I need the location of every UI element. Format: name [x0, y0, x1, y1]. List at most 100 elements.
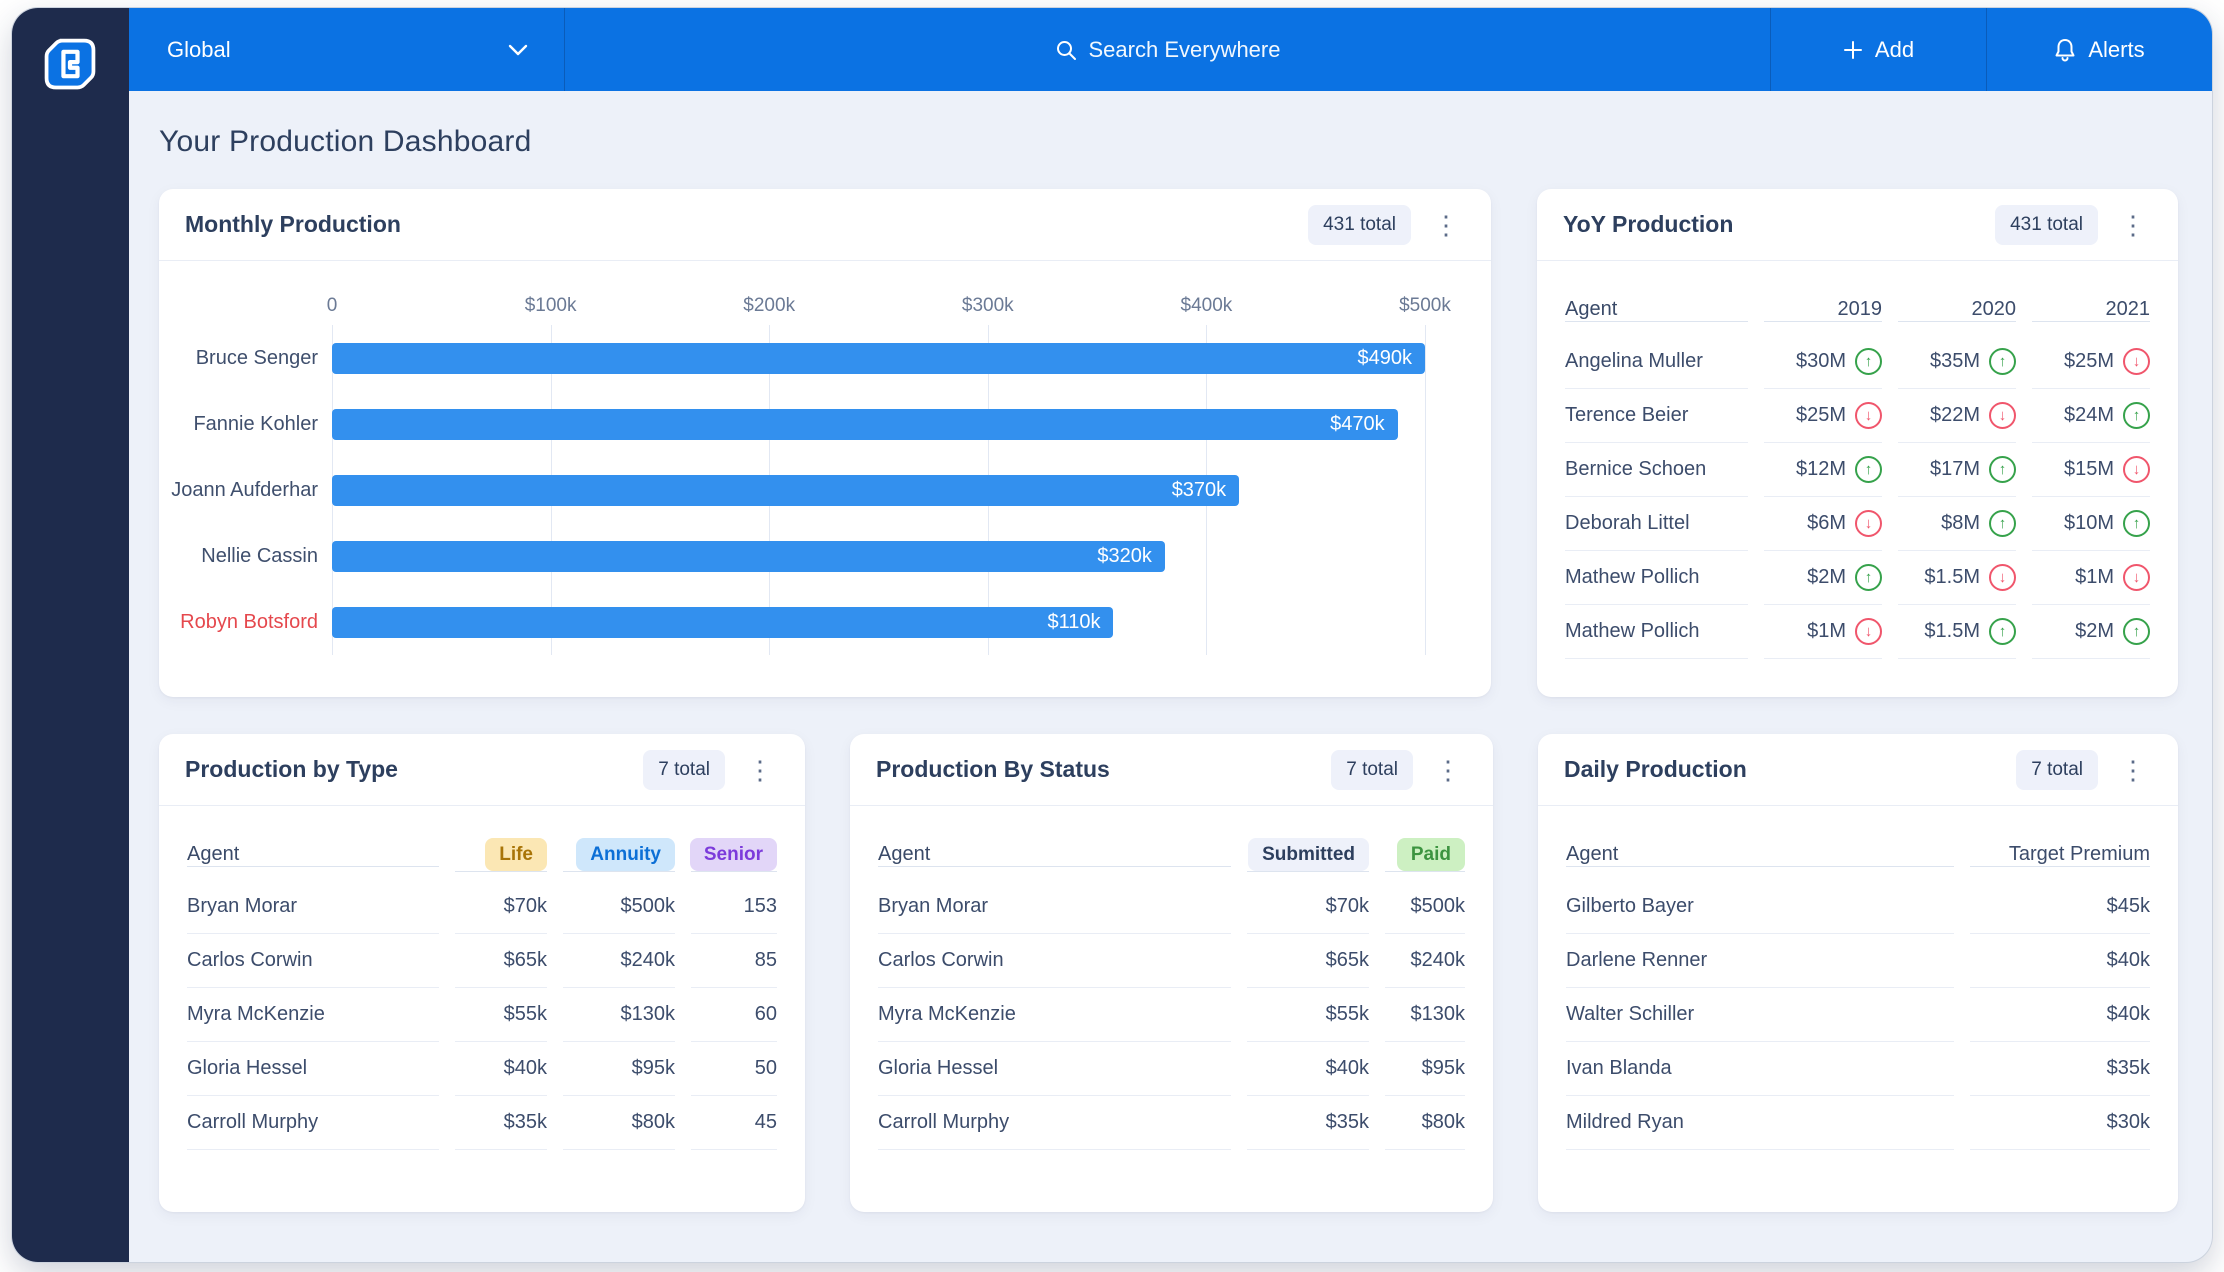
daily-table: Agent Target Premium Gilberto Bayer $45k…: [1538, 806, 2178, 1150]
top-bar: Global Search Everywhere Add Alerts: [129, 8, 2212, 91]
axis-tick: $300k: [962, 295, 1014, 317]
production-by-status-card: Production By Status 7 total ⋮ Agent Sub…: [850, 734, 1493, 1212]
target-premium-value: $40k: [1970, 988, 2150, 1042]
chart-category-label: Joann Aufderhar: [159, 457, 332, 523]
yoy-value: $25M: [2064, 350, 2114, 373]
add-button[interactable]: Add: [1770, 8, 1986, 91]
bell-icon: [2054, 38, 2076, 62]
chart-category-label: Bruce Senger: [159, 325, 332, 391]
app-logo-icon[interactable]: [40, 34, 100, 94]
yoy-value: $12M: [1796, 458, 1846, 481]
table-row: Mathew Pollich $1M $1.5M $2M: [1565, 605, 2150, 659]
total-badge: 431 total: [1995, 205, 2098, 245]
yoy-value: $30M: [1796, 350, 1846, 373]
yoy-value: $1.5M: [1924, 620, 1980, 643]
trend-icon: [1855, 618, 1882, 645]
table-row: Mildred Ryan $30k: [1566, 1096, 2150, 1150]
card-menu-button[interactable]: ⋮: [2114, 755, 2152, 785]
life-value: $70k: [455, 880, 547, 934]
card-title: Production By Status: [876, 756, 1110, 783]
senior-value: 60: [691, 988, 777, 1042]
table-row: Terence Beier $25M $22M $24M: [1565, 389, 2150, 443]
bar-value-label: $490k: [1358, 343, 1413, 374]
senior-value: 50: [691, 1042, 777, 1096]
scope-selector[interactable]: Global: [129, 8, 565, 91]
yoy-value: $15M: [2064, 458, 2114, 481]
monthly-production-card: Monthly Production 431 total ⋮ Bruce Sen…: [159, 189, 1491, 697]
table-row: Myra McKenzie $55k $130k: [878, 988, 1465, 1042]
card-menu-button[interactable]: ⋮: [1429, 755, 1467, 785]
total-badge: 7 total: [643, 750, 725, 790]
axis-tick: $200k: [743, 295, 795, 317]
yoy-value: $1M: [2075, 566, 2114, 589]
chart-bar: $370k: [332, 475, 1239, 506]
agent-name: Myra McKenzie: [878, 988, 1231, 1042]
senior-pill: Senior: [690, 838, 777, 871]
chart-category-label: Fannie Kohler: [159, 391, 332, 457]
chart-bar: $320k: [332, 541, 1165, 572]
target-premium-value: $45k: [1970, 880, 2150, 934]
card-menu-button[interactable]: ⋮: [2114, 210, 2152, 240]
card-menu-button[interactable]: ⋮: [741, 755, 779, 785]
axis-tick: $400k: [1181, 295, 1233, 317]
life-value: $65k: [455, 934, 547, 988]
add-button-label: Add: [1875, 37, 1914, 63]
submitted-value: $35k: [1247, 1096, 1369, 1150]
scope-selector-label: Global: [167, 37, 231, 63]
table-header-row: Agent 2019 2020 2021: [1565, 285, 2150, 335]
alerts-button[interactable]: Alerts: [1986, 8, 2212, 91]
table-row: Mathew Pollich $2M $1.5M $1M: [1565, 551, 2150, 605]
table-row: Ivan Blanda $35k: [1566, 1042, 2150, 1096]
agent-name: Terence Beier: [1565, 389, 1748, 443]
agent-name: Gloria Hessel: [187, 1042, 439, 1096]
chart-row: $110k: [332, 589, 1425, 655]
annuity-value: $95k: [563, 1042, 675, 1096]
yoy-value: $1M: [1807, 620, 1846, 643]
life-value: $40k: [455, 1042, 547, 1096]
agent-name: Bryan Morar: [878, 880, 1231, 934]
card-title: YoY Production: [1563, 211, 1733, 238]
card-title: Production by Type: [185, 756, 398, 783]
chart-x-axis: 0 $100k $200k $300k $400k $500k: [332, 295, 1425, 325]
bar-value-label: $370k: [1172, 475, 1227, 506]
yoy-value: $2M: [2075, 620, 2114, 643]
page-title: Your Production Dashboard: [159, 125, 2155, 159]
chart-row: $490k: [332, 325, 1425, 391]
column-header: Target Premium: [1970, 843, 2150, 867]
production-by-type-card: Production by Type 7 total ⋮ Agent Life …: [159, 734, 805, 1212]
chevron-down-icon: [508, 44, 528, 56]
life-value: $35k: [455, 1096, 547, 1150]
annuity-value: $80k: [563, 1096, 675, 1150]
trend-icon: [1989, 564, 2016, 591]
table-row: Walter Schiller $40k: [1566, 988, 2150, 1042]
column-header: Agent: [1566, 843, 1954, 867]
agent-name: Ivan Blanda: [1566, 1042, 1954, 1096]
axis-tick: 0: [327, 295, 338, 317]
submitted-value: $70k: [1247, 880, 1369, 934]
total-badge: 7 total: [1331, 750, 1413, 790]
table-row: Bryan Morar $70k $500k: [878, 880, 1465, 934]
yoy-production-card: YoY Production 431 total ⋮ Agent 2019 20…: [1537, 189, 2178, 697]
table-row: Bryan Morar $70k $500k 153: [187, 880, 777, 934]
column-header: Agent: [1565, 298, 1748, 322]
submitted-value: $65k: [1247, 934, 1369, 988]
chart-row: $370k: [332, 457, 1425, 523]
column-header: Senior: [691, 838, 777, 872]
trend-icon: [2123, 510, 2150, 537]
column-header: 2021: [2032, 298, 2150, 322]
paid-value: $240k: [1385, 934, 1465, 988]
chart-category-label: Robyn Botsford: [159, 589, 332, 655]
app-window: Global Search Everywhere Add Alerts Your: [12, 8, 2212, 1262]
table-row: Carlos Corwin $65k $240k 85: [187, 934, 777, 988]
table-row: Gloria Hessel $40k $95k 50: [187, 1042, 777, 1096]
yoy-value: $24M: [2064, 404, 2114, 427]
daily-production-card: Daily Production 7 total ⋮ Agent Target …: [1538, 734, 2178, 1212]
axis-tick: $100k: [525, 295, 577, 317]
agent-name: Bernice Schoen: [1565, 443, 1748, 497]
trend-icon: [1855, 564, 1882, 591]
search-input[interactable]: Search Everywhere: [565, 8, 1770, 91]
card-menu-button[interactable]: ⋮: [1427, 210, 1465, 240]
yoy-value: $10M: [2064, 512, 2114, 535]
column-header: Agent: [187, 843, 439, 867]
search-placeholder: Search Everywhere: [1089, 37, 1281, 63]
